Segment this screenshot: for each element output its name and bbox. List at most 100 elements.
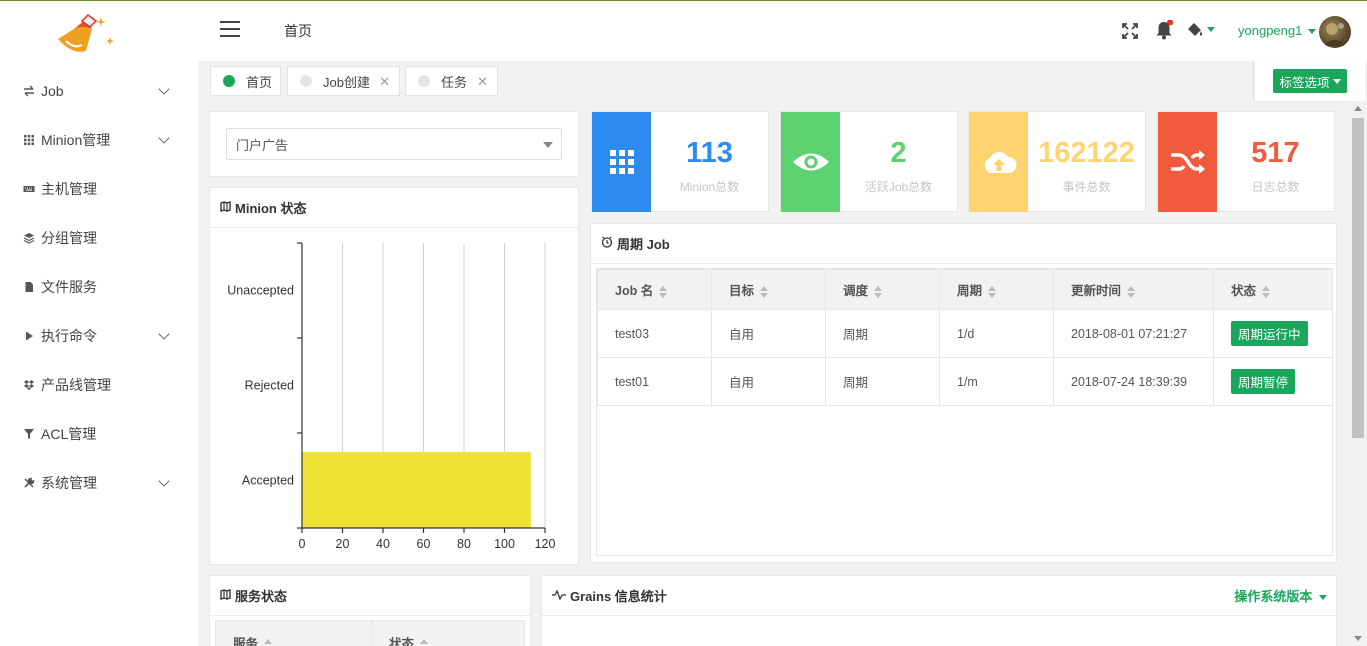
column-header-status[interactable]: 状态 bbox=[1213, 269, 1332, 310]
grains-title: Grains 信息统计 bbox=[570, 589, 667, 604]
tab-tasks[interactable]: 任务 ✕ bbox=[405, 66, 498, 96]
logo[interactable] bbox=[52, 9, 122, 57]
page-title: 首页 bbox=[284, 23, 312, 39]
user-menu[interactable]: yongpeng1 bbox=[1238, 23, 1316, 38]
cell-job-name: test01 bbox=[597, 357, 712, 406]
status-badge: 周期暂停 bbox=[1231, 369, 1296, 394]
inactive-dot-icon bbox=[418, 75, 430, 87]
sort-icon[interactable] bbox=[659, 285, 668, 298]
play-icon bbox=[23, 330, 35, 342]
stat-card-2[interactable]: 162122 事件总数 bbox=[968, 111, 1146, 212]
cell-updated: 2018-07-24 18:39:39 bbox=[1053, 357, 1214, 406]
sidebar-item-8[interactable]: 系统管理 bbox=[0, 458, 198, 507]
stat-card-3[interactable]: 517 日志总数 bbox=[1157, 111, 1335, 212]
close-icon[interactable]: ✕ bbox=[379, 74, 390, 90]
column-label: 服务 bbox=[233, 637, 259, 646]
sidebar-item-5[interactable]: 执行命令 bbox=[0, 311, 198, 360]
grid-icon bbox=[23, 134, 35, 146]
column-label: 更新时间 bbox=[1071, 284, 1122, 298]
inactive-dot-icon bbox=[300, 75, 312, 87]
sidebar-item-4[interactable]: 文件服务 bbox=[0, 262, 198, 311]
cell-target: 自用 bbox=[711, 357, 826, 406]
column-label: 状态 bbox=[389, 637, 415, 646]
layers-icon bbox=[23, 232, 35, 244]
sort-icon[interactable] bbox=[874, 285, 883, 298]
sort-icon[interactable] bbox=[760, 285, 769, 298]
column-header-status[interactable]: 状态 bbox=[372, 621, 429, 646]
sort-icon[interactable] bbox=[420, 638, 429, 646]
tools-icon bbox=[23, 477, 35, 489]
chevron-down-icon bbox=[158, 328, 170, 340]
column-header-target[interactable]: 目标 bbox=[711, 269, 826, 310]
scrollbar-thumb[interactable] bbox=[1352, 118, 1364, 438]
card-title: 周期 Job bbox=[601, 234, 670, 253]
sidebar-item-label: ACL管理 bbox=[41, 425, 97, 442]
x-tick-label: 120 bbox=[535, 537, 556, 551]
sidebar-item-label: Job bbox=[41, 82, 64, 99]
cell-target: 自用 bbox=[711, 309, 826, 358]
sort-icon[interactable] bbox=[1262, 285, 1271, 298]
sort-icon[interactable] bbox=[264, 638, 273, 646]
sidebar-item-label: 主机管理 bbox=[41, 180, 97, 197]
heartbeat-icon bbox=[552, 588, 566, 603]
service-table-header: 服务 状态 bbox=[215, 620, 525, 646]
table-row[interactable]: test03 自用 周期 1/d 2018-08-01 07:21:27 周期运… bbox=[597, 309, 1332, 358]
user-name: yongpeng1 bbox=[1238, 23, 1303, 38]
hamburger-menu-icon[interactable] bbox=[220, 21, 242, 37]
tab-job-create[interactable]: Job创建 ✕ bbox=[287, 66, 400, 96]
avatar[interactable] bbox=[1319, 16, 1351, 48]
job-table-wrapper: Job 名 目标 调度 周期 更新时间 状态 test03 自用 周期 1/d … bbox=[596, 268, 1333, 556]
sidebar-item-7[interactable]: ACL管理 bbox=[0, 409, 198, 458]
sidebar-item-label: 系统管理 bbox=[41, 474, 97, 491]
column-label: 状态 bbox=[1231, 284, 1257, 298]
shuffle-icon bbox=[1158, 112, 1217, 212]
scroll-up-icon[interactable] bbox=[1354, 106, 1362, 111]
filter-icon bbox=[23, 428, 35, 440]
cell-period: 1/d bbox=[939, 309, 1054, 358]
sidebar-item-label: 文件服务 bbox=[41, 278, 97, 295]
sidebar-item-0[interactable]: Job bbox=[0, 66, 198, 115]
exchange-icon bbox=[23, 85, 35, 97]
sidebar-menu: Job Minion管理主机管理分组管理文件服务执行命令产品线管理 ACL管理系统管… bbox=[0, 66, 198, 507]
sidebar-item-2[interactable]: 主机管理 bbox=[0, 164, 198, 213]
column-header-period[interactable]: 周期 bbox=[939, 269, 1054, 310]
x-tick-label: 20 bbox=[336, 537, 350, 551]
sidebar-item-6[interactable]: 产品线管理 bbox=[0, 360, 198, 409]
close-icon[interactable]: ✕ bbox=[477, 74, 488, 90]
column-header-job-name[interactable]: Job 名 bbox=[597, 269, 712, 310]
tab-options: 标签选项 bbox=[1255, 61, 1365, 101]
keyboard-icon bbox=[23, 183, 35, 195]
stat-card-1[interactable]: 2 活跃Job总数 bbox=[780, 111, 958, 212]
x-tick-label: 40 bbox=[376, 537, 390, 551]
sidebar-item-1[interactable]: Minion管理 bbox=[0, 115, 198, 164]
sidebar-item-3[interactable]: 分组管理 bbox=[0, 213, 198, 262]
sort-icon[interactable] bbox=[1127, 285, 1136, 298]
product-select-card: 门户广告 bbox=[209, 111, 579, 177]
column-header-schedule[interactable]: 调度 bbox=[825, 269, 940, 310]
paint-bucket-icon[interactable] bbox=[1186, 22, 1216, 41]
fullscreen-icon[interactable] bbox=[1122, 23, 1138, 42]
map-icon bbox=[220, 588, 231, 603]
tab-label: 首页 bbox=[246, 74, 273, 90]
stat-card-0[interactable]: 113 Minion总数 bbox=[591, 111, 769, 212]
sort-icon[interactable] bbox=[988, 285, 997, 298]
tab-home[interactable]: 首页 bbox=[210, 66, 281, 96]
product-line-select[interactable]: 门户广告 bbox=[226, 128, 562, 160]
column-header-updated[interactable]: 更新时间 bbox=[1053, 269, 1214, 310]
service-status-card: 服务 状态 服务 状态 bbox=[209, 575, 531, 646]
scrollbar[interactable] bbox=[1350, 101, 1367, 646]
cloud-upload-icon bbox=[969, 112, 1028, 212]
card-title: Minion 状态 bbox=[220, 198, 307, 217]
cell-job-name: test03 bbox=[597, 309, 712, 358]
category-label: Rejected bbox=[245, 379, 294, 393]
bell-icon[interactable] bbox=[1155, 19, 1173, 43]
tab-options-button[interactable]: 标签选项 bbox=[1273, 69, 1347, 93]
os-version-dropdown[interactable]: 操作系统版本 bbox=[1234, 586, 1327, 605]
column-header-service[interactable]: 服务 bbox=[216, 621, 372, 646]
status-badge: 周期运行中 bbox=[1231, 321, 1308, 346]
job-table: Job 名 目标 调度 周期 更新时间 状态 test03 自用 周期 1/d … bbox=[597, 269, 1332, 406]
table-row[interactable]: test01 自用 周期 1/m 2018-07-24 18:39:39 周期暂… bbox=[597, 357, 1332, 406]
scroll-down-icon[interactable] bbox=[1354, 636, 1362, 641]
sidebar-item-label: 执行命令 bbox=[41, 327, 97, 344]
grains-card: Grains 信息统计 操作系统版本 bbox=[541, 575, 1337, 646]
